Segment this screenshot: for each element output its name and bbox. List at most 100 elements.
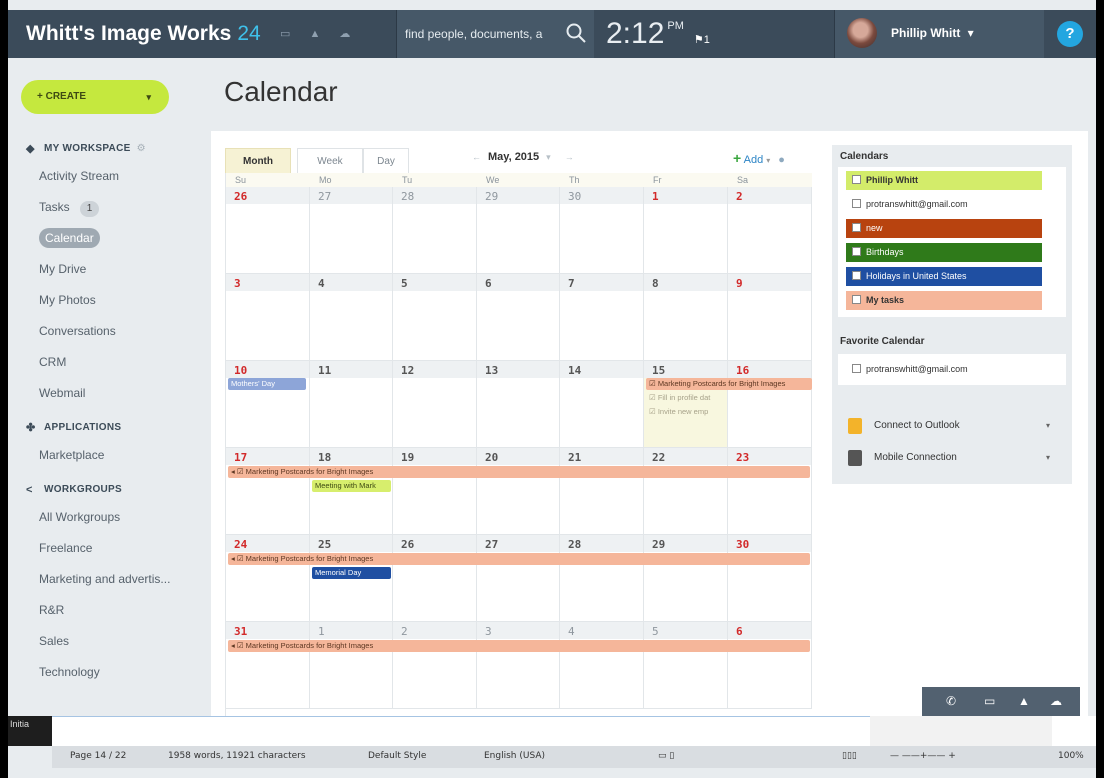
applications-section-title[interactable]: ✤ APPLICATIONS [8, 416, 208, 440]
calendar-item-my-tasks[interactable]: My tasks [846, 291, 1042, 310]
flag-icon[interactable]: ⚑1 [694, 34, 710, 46]
day-cell[interactable]: 10 [226, 361, 310, 448]
day-cell[interactable]: 20 [477, 448, 560, 535]
search-icon[interactable] [565, 22, 587, 44]
event-mothers-day[interactable]: Mothers' Day [228, 378, 306, 390]
day-cell[interactable]: 22 [644, 448, 728, 535]
gear-icon[interactable]: ● [778, 154, 785, 166]
next-month-arrow[interactable]: → [565, 152, 574, 162]
day-cell[interactable]: 24 [226, 535, 310, 622]
sidebar-item-webmail[interactable]: Webmail [8, 378, 208, 409]
calendar-item-birthdays[interactable]: Birthdays [846, 243, 1042, 262]
language[interactable]: English (USA) [484, 751, 545, 761]
avatar[interactable] [847, 18, 877, 48]
search-box[interactable] [396, 10, 594, 58]
zoom-level[interactable]: 100% [1058, 751, 1084, 761]
day-cell[interactable]: 31 [226, 622, 310, 709]
task-invite-employees[interactable]: ☑ Invite new emp [646, 406, 728, 418]
cloud-icon[interactable]: ☁ [1050, 694, 1062, 708]
event-memorial-day[interactable]: Memorial Day [312, 567, 391, 579]
day-cell[interactable]: 28 [560, 535, 644, 622]
event-marketing-postcards[interactable]: ◂ ☑ Marketing Postcards for Bright Image… [228, 640, 810, 652]
sidebar-item-tasks[interactable]: Tasks 1 [8, 192, 208, 223]
phone-icon[interactable]: ✆ [946, 694, 956, 708]
sidebar-item-crm[interactable]: CRM [8, 347, 208, 378]
brand-count[interactable]: 24 [237, 22, 260, 45]
calendar-item-gmail[interactable]: protranswhitt@gmail.com [846, 195, 1042, 214]
event-meeting-with-mark[interactable]: Meeting with Mark [312, 480, 391, 492]
favorite-calendar-item[interactable]: protranswhitt@gmail.com [846, 360, 1042, 379]
day-cell[interactable]: 11 [310, 361, 393, 448]
day-cell[interactable]: 21 [560, 448, 644, 535]
brand-title[interactable]: Whitt's Image Works 24 [26, 10, 261, 58]
day-cell[interactable]: 27 [477, 535, 560, 622]
sidebar-item-activity-stream[interactable]: Activity Stream [8, 161, 208, 192]
sidebar-item-conversations[interactable]: Conversations [8, 316, 208, 347]
checkbox[interactable] [852, 295, 861, 304]
checkbox[interactable] [852, 199, 861, 208]
day-cell[interactable]: 26 [226, 187, 310, 274]
day-cell[interactable]: 6 [728, 622, 812, 709]
tab-month[interactable]: Month [225, 148, 291, 173]
day-cell[interactable]: 3 [226, 274, 310, 361]
day-cell[interactable]: 29 [477, 187, 560, 274]
day-cell[interactable]: 1 [310, 622, 393, 709]
user-name[interactable]: Phillip Whitt ▾ [891, 10, 974, 56]
day-cell[interactable]: 30 [560, 187, 644, 274]
editor-side-controls[interactable] [1052, 716, 1096, 746]
day-cell[interactable]: 5 [644, 622, 728, 709]
connect-outlook-button[interactable]: Connect to Outlook ▾ [838, 412, 1066, 440]
page-count[interactable]: Page 14 / 22 [70, 751, 126, 761]
sidebar-item-technology[interactable]: Technology [8, 657, 208, 688]
chat-icon[interactable]: ▭ [280, 28, 290, 40]
day-cell[interactable]: 26 [393, 535, 477, 622]
sidebar-item-sales[interactable]: Sales [8, 626, 208, 657]
day-cell[interactable]: 2 [728, 187, 812, 274]
sidebar-item-my-photos[interactable]: My Photos [8, 285, 208, 316]
tab-week[interactable]: Week [297, 148, 363, 173]
page-style[interactable]: Default Style [368, 751, 426, 761]
create-button[interactable]: + CREATE ▾ [21, 80, 169, 114]
day-cell[interactable]: 23 [728, 448, 812, 535]
day-cell[interactable]: 1 [644, 187, 728, 274]
event-marketing-postcards[interactable]: ◂ ☑ Marketing Postcards for Bright Image… [228, 553, 810, 565]
search-input[interactable] [405, 25, 553, 43]
day-cell[interactable]: 13 [477, 361, 560, 448]
day-cell[interactable]: 6 [477, 274, 560, 361]
day-cell[interactable]: 30 [728, 535, 812, 622]
user-menu[interactable]: Phillip Whitt ▾ [834, 10, 1044, 58]
sidebar-item-my-drive[interactable]: My Drive [8, 254, 208, 285]
day-cell-today[interactable]: 15 [644, 361, 728, 448]
day-cell[interactable]: 3 [477, 622, 560, 709]
mobile-connection-button[interactable]: Mobile Connection ▾ [838, 444, 1066, 472]
day-cell[interactable]: 7 [560, 274, 644, 361]
sidebar-item-rr[interactable]: R&R [8, 595, 208, 626]
calendar-item-phillip[interactable]: Phillip Whitt [846, 171, 1042, 190]
event-marketing-postcards[interactable]: ◂ ☑ Marketing Postcards for Bright Image… [228, 466, 810, 478]
sidebar-item-freelance[interactable]: Freelance [8, 533, 208, 564]
day-cell[interactable]: 12 [393, 361, 477, 448]
tab-day[interactable]: Day [363, 148, 409, 173]
calendar-item-new[interactable]: new [846, 219, 1042, 238]
day-cell[interactable]: 28 [393, 187, 477, 274]
month-label[interactable]: May, 2015 [488, 151, 539, 163]
event-marketing-postcards[interactable]: ☑ Marketing Postcards for Bright Images [646, 378, 812, 390]
bell-icon[interactable]: ▲ [309, 28, 320, 40]
day-cell[interactable]: 2 [393, 622, 477, 709]
day-cell[interactable]: 14 [560, 361, 644, 448]
brand-name[interactable]: Whitt's Image Works [26, 22, 231, 45]
calendar-item-holidays[interactable]: Holidays in United States [846, 267, 1042, 286]
sidebar-item-all-workgroups[interactable]: All Workgroups [8, 502, 208, 533]
gear-icon[interactable]: ⚙ [137, 143, 146, 154]
word-count[interactable]: 1958 words, 11921 characters [168, 751, 306, 761]
workspace-section-title[interactable]: ◆ MY WORKSPACE ⚙ [8, 137, 208, 161]
cloud-icon[interactable]: ☁ [339, 28, 350, 40]
day-cell[interactable]: 5 [393, 274, 477, 361]
day-cell[interactable]: 9 [728, 274, 812, 361]
day-cell[interactable]: 4 [560, 622, 644, 709]
prev-month-arrow[interactable]: ← [472, 152, 481, 162]
day-cell[interactable]: 8 [644, 274, 728, 361]
checkbox[interactable] [852, 175, 861, 184]
add-event-button[interactable]: + Add ▾ ● [733, 150, 785, 166]
checkbox[interactable] [852, 247, 861, 256]
